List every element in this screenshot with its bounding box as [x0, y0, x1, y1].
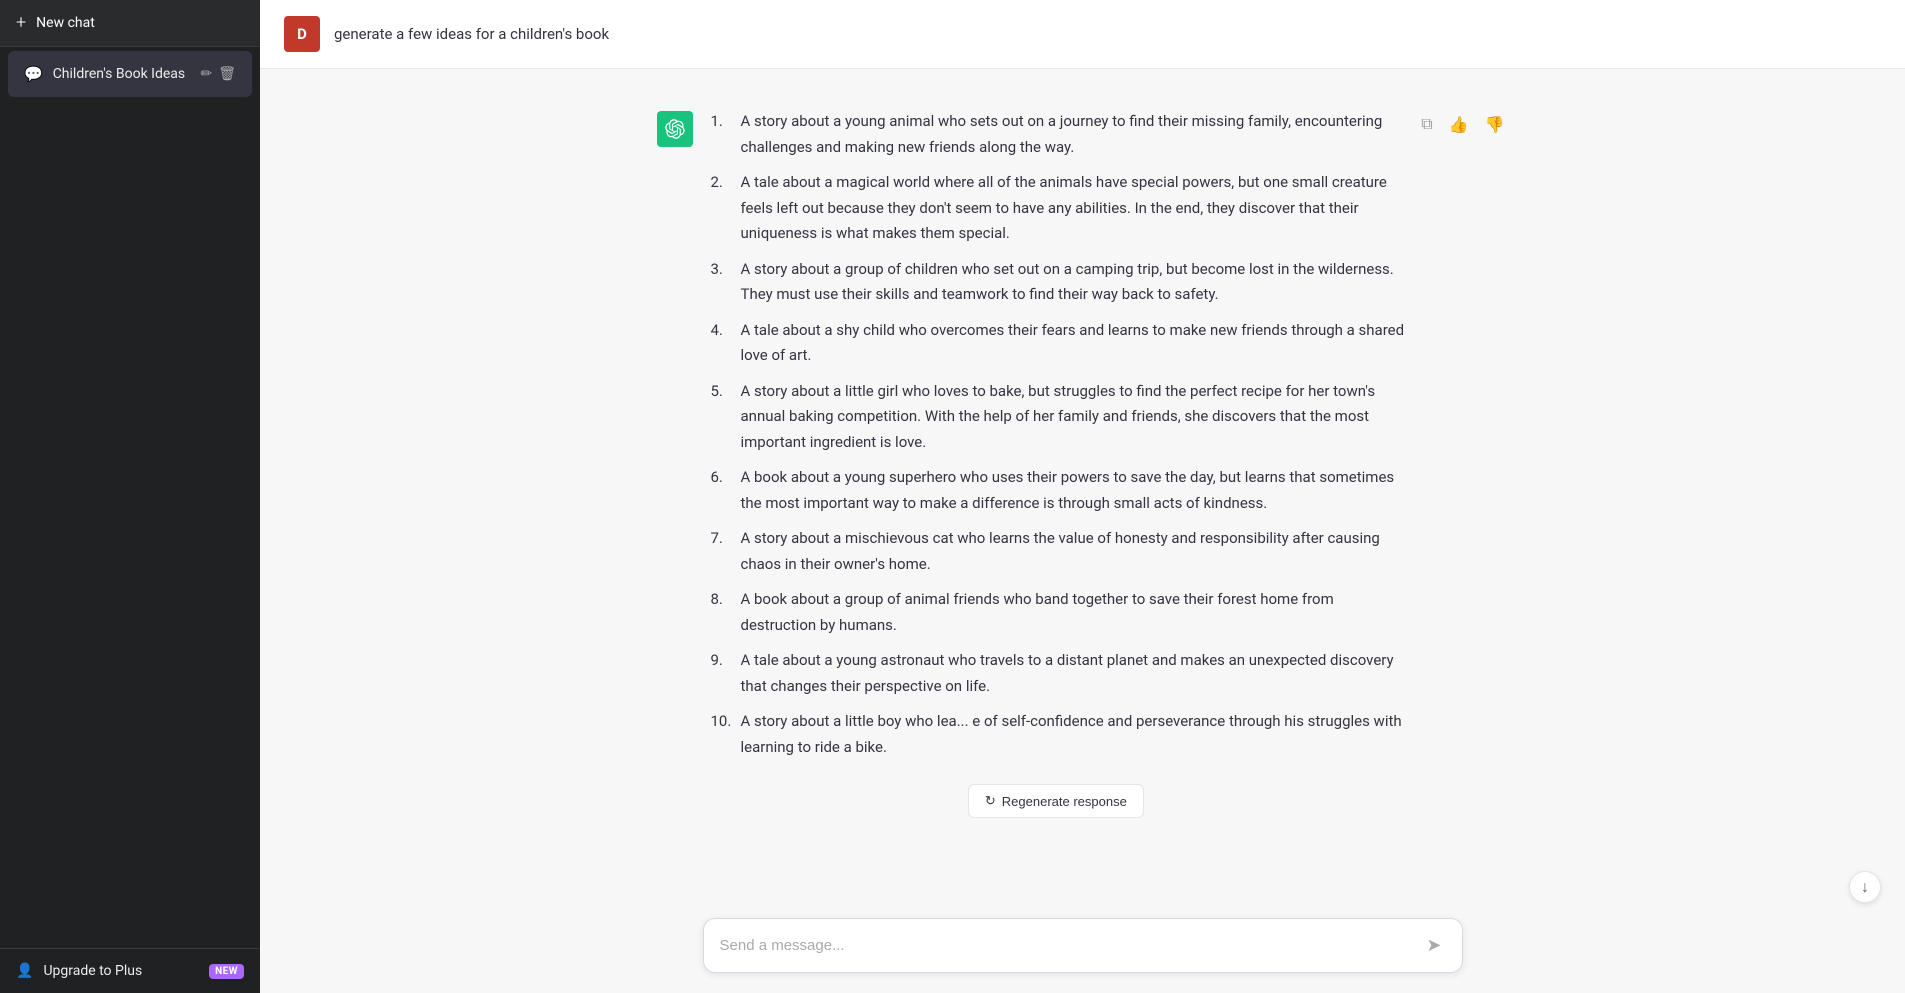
list-item: 3. A story about a group of children who… — [711, 257, 1406, 308]
delete-icon[interactable]: 🗑 — [218, 66, 236, 82]
regenerate-bar: ↻ Regenerate response — [707, 776, 1406, 826]
item-text-1: A story about a young animal who sets ou… — [741, 109, 1406, 160]
item-text-9: A tale about a young astronaut who trave… — [741, 648, 1406, 699]
list-item: 8. A book about a group of animal friend… — [711, 587, 1406, 638]
regenerate-button[interactable]: ↻ Regenerate response — [968, 784, 1144, 818]
chevron-down-icon: ↓ — [1861, 877, 1869, 897]
edit-icon[interactable]: ✏ — [200, 66, 212, 82]
assistant-avatar — [657, 111, 693, 147]
user-prompt-text: generate a few ideas for a children's bo… — [334, 25, 609, 43]
list-item: 1. A story about a young animal who sets… — [711, 109, 1406, 160]
item-num-4: 4. — [711, 318, 733, 369]
ideas-list: 1. A story about a young animal who sets… — [707, 109, 1406, 760]
person-icon: 👤 — [16, 963, 33, 979]
chat-header: D generate a few ideas for a children's … — [260, 0, 1905, 69]
item-num-7: 7. — [711, 526, 733, 577]
item-text-5: A story about a little girl who loves to… — [741, 379, 1406, 456]
list-item: 2. A tale about a magical world where al… — [711, 170, 1406, 247]
list-item: 7. A story about a mischievous cat who l… — [711, 526, 1406, 577]
input-area: ➤ — [260, 906, 1905, 993]
item-text-8: A book about a group of animal friends w… — [741, 587, 1406, 638]
chat-item-label: Children's Book Ideas — [53, 66, 185, 82]
scroll-down-button[interactable]: ↓ — [1849, 871, 1881, 903]
item-num-3: 3. — [711, 257, 733, 308]
chat-icon: 💬 — [24, 65, 43, 83]
user-avatar: D — [284, 16, 320, 52]
send-icon: ➤ — [1426, 935, 1441, 956]
item-text-6: A book about a young superhero who uses … — [741, 465, 1406, 516]
item-num-10: 10. — [711, 709, 733, 760]
thumbs-up-icon: 👍 — [1449, 115, 1469, 135]
new-badge: NEW — [209, 964, 244, 979]
item-text-4: A tale about a shy child who overcomes t… — [741, 318, 1406, 369]
thumbs-down-button[interactable]: 👎 — [1481, 111, 1509, 139]
chat-history-item[interactable]: 💬 Children's Book Ideas ✏ 🗑 — [8, 51, 252, 97]
assistant-message-row: 1. A story about a young animal who sets… — [633, 93, 1533, 842]
upgrade-section[interactable]: 👤 Upgrade to Plus NEW — [0, 948, 260, 993]
message-actions: ⧉ 👍 👎 — [1417, 111, 1508, 139]
main-content: D generate a few ideas for a children's … — [260, 0, 1905, 993]
item-num-2: 2. — [711, 170, 733, 247]
list-item: 10. A story about a little boy who lea..… — [711, 709, 1406, 760]
copy-icon: ⧉ — [1421, 116, 1432, 134]
thumbs-up-button[interactable]: 👍 — [1445, 111, 1473, 139]
chat-item-actions: ✏ 🗑 — [200, 66, 236, 82]
new-chat-button[interactable]: + New chat — [0, 0, 260, 47]
item-num-6: 6. — [711, 465, 733, 516]
list-item: 9. A tale about a young astronaut who tr… — [711, 648, 1406, 699]
item-text-10: A story about a little boy who lea... e … — [741, 709, 1406, 760]
upgrade-label: Upgrade to Plus — [43, 963, 142, 979]
item-text-3: A story about a group of children who se… — [741, 257, 1406, 308]
input-container: ➤ — [703, 918, 1463, 973]
regenerate-label: Regenerate response — [1002, 794, 1127, 809]
sidebar: + New chat 💬 Children's Book Ideas ✏ 🗑 👤… — [0, 0, 260, 993]
upgrade-left: 👤 Upgrade to Plus — [16, 963, 142, 979]
plus-icon: + — [16, 14, 26, 32]
item-num-9: 9. — [711, 648, 733, 699]
item-num-5: 5. — [711, 379, 733, 456]
list-item: 4. A tale about a shy child who overcome… — [711, 318, 1406, 369]
message-input[interactable] — [720, 937, 1423, 954]
send-button[interactable]: ➤ — [1422, 931, 1445, 960]
item-text-2: A tale about a magical world where all o… — [741, 170, 1406, 247]
item-num-8: 8. — [711, 587, 733, 638]
item-num-1: 1. — [711, 109, 733, 160]
item-text-7: A story about a mischievous cat who lear… — [741, 526, 1406, 577]
new-chat-label: New chat — [36, 15, 95, 31]
regenerate-icon: ↻ — [985, 793, 996, 809]
thumbs-down-icon: 👎 — [1485, 115, 1505, 135]
messages-area[interactable]: 1. A story about a young animal who sets… — [260, 69, 1905, 993]
assistant-message-content: 1. A story about a young animal who sets… — [707, 109, 1406, 826]
copy-button[interactable]: ⧉ — [1417, 112, 1436, 138]
chat-item-left: 💬 Children's Book Ideas — [24, 65, 200, 83]
list-item: 5. A story about a little girl who loves… — [711, 379, 1406, 456]
list-item: 6. A book about a young superhero who us… — [711, 465, 1406, 516]
